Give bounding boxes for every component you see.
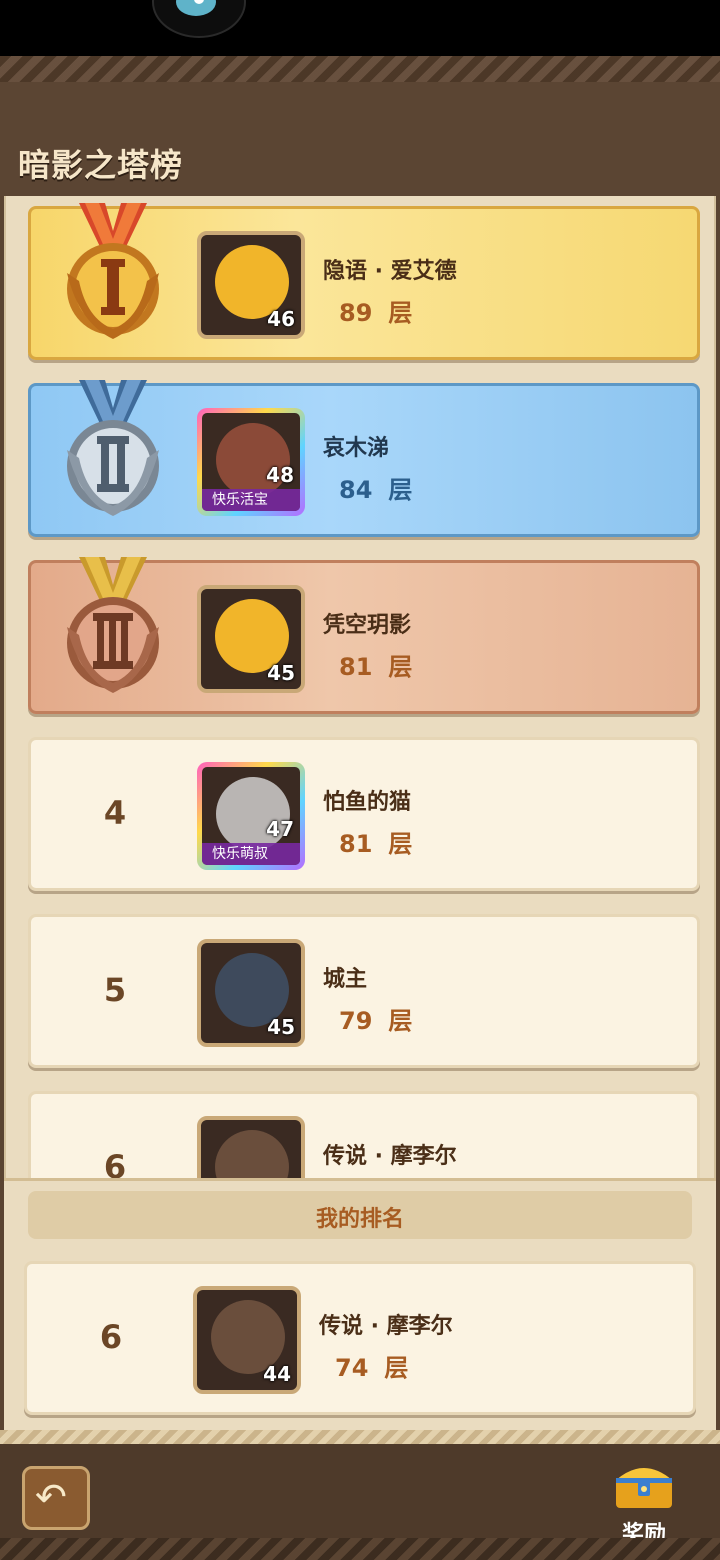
page-title: 暗影之塔榜 [18, 146, 184, 184]
back-button[interactable]: ↶ [22, 1466, 90, 1530]
floor-count: 89 层 [339, 293, 412, 328]
floor-value: 81 [339, 830, 373, 858]
rank-number: 5 [103, 971, 127, 1009]
player-name: 隐语 · 爱艾德 [323, 259, 457, 284]
bronze-medal-icon [67, 557, 159, 693]
player-level: 45 [267, 661, 295, 685]
floor-count: 81 层 [339, 647, 412, 682]
ranking-row-3[interactable]: 45 凭空玥影 81 层 [28, 557, 700, 714]
rank-number: 6 [99, 1318, 123, 1356]
player-name: 城主 [323, 967, 368, 992]
floor-unit: 层 [388, 1007, 413, 1035]
floor-value: 74 [335, 1354, 369, 1382]
player-name: 传说 · 摩李尔 [323, 1144, 457, 1169]
floor-count: 84 层 [339, 470, 412, 505]
ranking-row-4[interactable]: 4 47 快乐萌叔 怕鱼的猫 81 层 [28, 737, 700, 891]
player-name: 哀木涕 [323, 436, 390, 461]
player-level: 44 [263, 1362, 291, 1386]
floor-unit: 层 [384, 1354, 409, 1382]
player-level: 46 [267, 307, 295, 331]
my-rank-label: 我的排名 [315, 1207, 404, 1232]
back-arrow-icon: ↶ [35, 1475, 67, 1519]
floor-count: 74 层 [335, 1348, 408, 1383]
floor-value: 89 [339, 299, 373, 327]
floor-unit: 层 [388, 830, 413, 858]
ranking-row-1[interactable]: 46 隐语 · 爱艾德 89 层 [28, 203, 700, 360]
ranking-row-5[interactable]: 5 45 城主 79 层 [28, 914, 700, 1068]
ranking-row-2[interactable]: 48 快乐活宝 哀木涕 84 层 [28, 380, 700, 537]
avatar[interactable]: 47 快乐萌叔 [197, 762, 305, 870]
avatar[interactable]: 45 [197, 585, 305, 693]
rank-number: 4 [103, 794, 127, 832]
header-pattern [0, 56, 720, 82]
floor-unit: 层 [388, 653, 413, 681]
my-rank-section: 我的排名 6 44 传说 · 摩李尔 74 层 [4, 1178, 716, 1446]
avatar[interactable]: 44 [193, 1286, 301, 1394]
footer-pattern [0, 1538, 720, 1560]
floor-value: 84 [339, 476, 373, 504]
silver-medal-icon [67, 380, 159, 516]
floor-unit: 层 [388, 299, 413, 327]
title-badge: 快乐萌叔 [202, 843, 300, 865]
my-rank-row[interactable]: 6 44 传说 · 摩李尔 74 层 [24, 1261, 696, 1415]
title-badge: 快乐活宝 [202, 489, 300, 511]
floor-count: 81 层 [339, 824, 412, 859]
floor-unit: 层 [388, 476, 413, 504]
player-name: 怕鱼的猫 [323, 790, 412, 815]
footer-bar: ↶ 奖励 [0, 1444, 720, 1560]
avatar[interactable]: 48 快乐活宝 [197, 408, 305, 516]
player-level: 48 [266, 463, 294, 487]
floor-value: 79 [339, 1007, 373, 1035]
player-name: 凭空玥影 [323, 613, 412, 638]
floor-value: 81 [339, 653, 373, 681]
gold-medal-icon [67, 203, 159, 339]
player-level: 45 [267, 1015, 295, 1039]
treasure-chest-icon[interactable] [612, 1460, 676, 1512]
my-rank-header: 我的排名 [28, 1191, 692, 1239]
panel-bottom-border [0, 1430, 720, 1444]
player-name: 传说 · 摩李尔 [319, 1314, 453, 1339]
avatar[interactable]: 46 [197, 231, 305, 339]
avatar[interactable]: 45 [197, 939, 305, 1047]
player-level: 47 [266, 817, 294, 841]
top-bar [0, 0, 720, 56]
floor-count: 79 层 [339, 1001, 412, 1036]
mascot-icon [152, 0, 246, 38]
